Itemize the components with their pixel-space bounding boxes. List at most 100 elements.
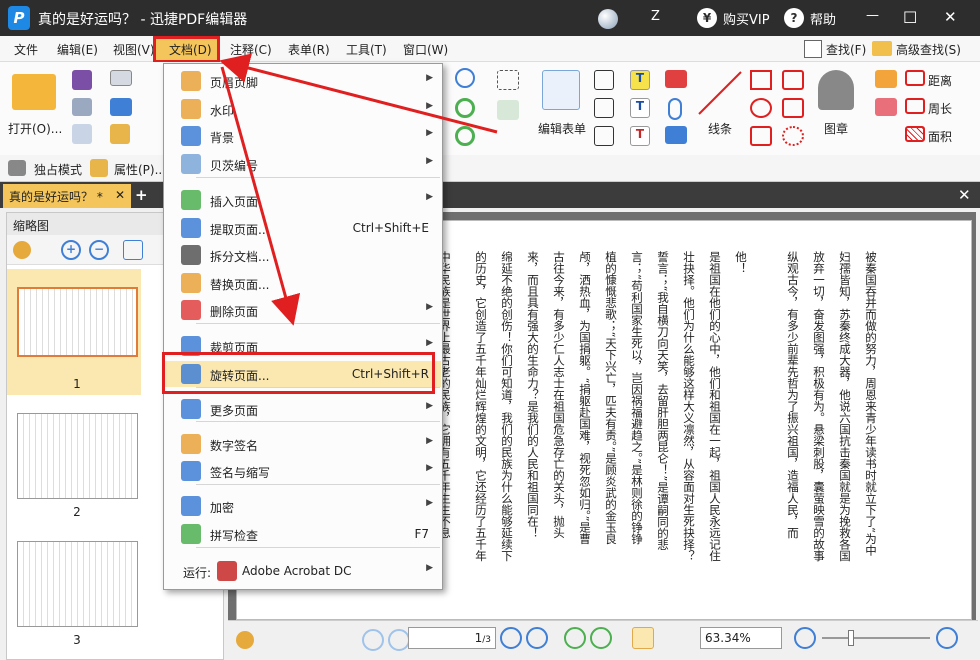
- polygon-tool-icon[interactable]: [782, 70, 804, 90]
- rotate-left-icon[interactable]: [455, 98, 475, 118]
- back-icon[interactable]: [564, 627, 586, 649]
- distance-icon[interactable]: [905, 70, 925, 86]
- text-box-icon[interactable]: [594, 70, 614, 90]
- dropdown-item-header-footer[interactable]: 页眉页脚 ▶: [165, 68, 441, 94]
- line-tool-button[interactable]: 线条: [708, 120, 732, 137]
- dropdown-item-extract-page[interactable]: 提取页面... Ctrl+Shift+E: [165, 215, 441, 241]
- eraser-icon[interactable]: [875, 98, 897, 116]
- callout-icon[interactable]: [594, 98, 614, 118]
- edit-form-button[interactable]: 编辑表单: [538, 120, 586, 137]
- status-gear-icon[interactable]: [236, 631, 254, 649]
- thumbnail-page-3[interactable]: [17, 541, 138, 627]
- maximize-button[interactable]: ☐: [903, 8, 917, 27]
- buy-vip-button[interactable]: 购买VIP: [723, 9, 770, 28]
- scan-icon[interactable]: [110, 98, 132, 116]
- ellipse-tool-icon[interactable]: [750, 98, 772, 118]
- zoom-slider-handle[interactable]: [848, 630, 854, 646]
- page-number-input[interactable]: 1/3: [408, 627, 496, 649]
- new-doc-icon[interactable]: [110, 124, 130, 144]
- advanced-find-button[interactable]: 高级查找(S): [896, 41, 961, 58]
- dropdown-item-split-doc[interactable]: 拆分文档...: [165, 242, 441, 268]
- rectangle-tool-icon[interactable]: [750, 126, 772, 146]
- typewriter-icon[interactable]: [594, 126, 614, 146]
- arrow-tool-icon[interactable]: [750, 70, 772, 90]
- export-icon[interactable]: [72, 124, 92, 144]
- dropdown-item-delete-page[interactable]: 删除页面 ▶: [165, 297, 441, 323]
- user-name[interactable]: Z: [651, 9, 660, 24]
- next-page-icon[interactable]: [500, 627, 522, 649]
- stamp-button[interactable]: 图章: [824, 120, 848, 137]
- pencil-icon[interactable]: [875, 70, 897, 88]
- sound-icon[interactable]: [665, 126, 687, 144]
- stamp-icon[interactable]: [818, 70, 854, 110]
- rotate-thumb-icon[interactable]: [123, 240, 143, 260]
- menu-file[interactable]: 文件: [14, 41, 38, 58]
- distance-button[interactable]: 距离: [928, 72, 952, 89]
- menu-edit[interactable]: 编辑(E): [57, 41, 98, 58]
- print-icon[interactable]: [72, 98, 92, 116]
- email-icon[interactable]: [110, 70, 132, 86]
- edit-form-icon[interactable]: [542, 70, 580, 110]
- zoom-out-thumb-icon[interactable]: −: [89, 240, 109, 260]
- zoom-slider[interactable]: [822, 637, 930, 639]
- gear-icon[interactable]: [13, 241, 31, 259]
- dropdown-item-watermark[interactable]: 水印 ▶: [165, 96, 441, 122]
- zoom-in-status-icon[interactable]: [936, 627, 958, 649]
- zoom-out-icon[interactable]: [794, 627, 816, 649]
- zoom-in-thumb-icon[interactable]: +: [61, 240, 81, 260]
- select-area-icon[interactable]: [497, 70, 519, 90]
- rotate-right-icon[interactable]: [455, 126, 475, 146]
- help-button[interactable]: 帮助: [810, 9, 836, 28]
- exclusive-mode-button[interactable]: 独占模式: [34, 161, 82, 178]
- minimize-button[interactable]: —: [866, 8, 879, 23]
- dropdown-item-encrypt[interactable]: 加密 ▶: [165, 493, 441, 519]
- document-tab[interactable]: 真的是好运吗？ * ✕: [3, 184, 131, 208]
- attachment-icon[interactable]: [668, 98, 682, 120]
- save-icon[interactable]: [72, 70, 92, 90]
- single-page-view-icon[interactable]: [632, 627, 654, 649]
- close-button[interactable]: ✕: [944, 8, 957, 26]
- new-tab-button[interactable]: +: [135, 186, 148, 204]
- find-button[interactable]: 查找(F): [826, 41, 866, 58]
- last-page-icon[interactable]: [526, 627, 548, 649]
- menu-window[interactable]: 窗口(W): [403, 41, 448, 58]
- thumbnail-page-2[interactable]: [17, 413, 138, 499]
- zoom-in-icon[interactable]: [455, 68, 475, 88]
- tab-close-icon[interactable]: ✕: [115, 188, 125, 202]
- open-folder-icon[interactable]: [12, 74, 56, 110]
- area-icon[interactable]: [905, 126, 925, 142]
- dropdown-item-bates-number[interactable]: 贝茨编号 ▶: [165, 151, 441, 177]
- perimeter-icon[interactable]: [905, 98, 925, 114]
- properties-button[interactable]: 属性(P)...: [114, 161, 166, 178]
- menu-view[interactable]: 视图(V): [113, 41, 155, 58]
- area-button[interactable]: 面积: [928, 128, 952, 145]
- dropdown-item-spell-check[interactable]: 拼写检查 F7: [165, 521, 441, 547]
- dropdown-item-digital-signature[interactable]: 数字签名 ▶: [165, 431, 441, 457]
- dropdown-item-sign-initials[interactable]: 签名与缩写 ▶: [165, 458, 441, 484]
- pentagon-tool-icon[interactable]: [782, 98, 804, 118]
- strikeout-text-icon[interactable]: T: [630, 126, 650, 146]
- thumbnail-page-1[interactable]: [17, 287, 138, 357]
- forward-icon[interactable]: [590, 627, 612, 649]
- perimeter-button[interactable]: 周长: [928, 100, 952, 117]
- underline-text-icon[interactable]: T: [630, 98, 650, 118]
- dropdown-item-insert-page[interactable]: 插入页面 ▶: [165, 187, 441, 213]
- dropdown-item-more-pages[interactable]: 更多页面 ▶: [165, 396, 441, 422]
- dropdown-item-replace-page[interactable]: 替换页面...: [165, 270, 441, 296]
- dropdown-item-background[interactable]: 背景 ▶: [165, 123, 441, 149]
- note-icon[interactable]: [665, 70, 687, 88]
- menu-form[interactable]: 表单(R): [288, 41, 330, 58]
- text-field-icon[interactable]: [497, 100, 519, 120]
- close-all-tabs-button[interactable]: ✕: [958, 186, 971, 204]
- menu-tools[interactable]: 工具(T): [346, 41, 387, 58]
- first-page-icon[interactable]: [362, 629, 384, 651]
- menu-comment[interactable]: 注释(C): [230, 41, 272, 58]
- cloud-tool-icon[interactable]: [782, 126, 804, 146]
- dropdown-item-acrobat[interactable]: 运行: Adobe Acrobat DC ▶: [165, 558, 441, 584]
- prev-page-icon[interactable]: [388, 629, 410, 651]
- zoom-select[interactable]: 63.34%: [700, 627, 782, 649]
- user-avatar-icon[interactable]: [598, 9, 618, 29]
- highlight-text-icon[interactable]: T: [630, 70, 650, 90]
- open-button[interactable]: 打开(O)...: [8, 120, 62, 137]
- line-tool-icon[interactable]: [695, 68, 745, 118]
